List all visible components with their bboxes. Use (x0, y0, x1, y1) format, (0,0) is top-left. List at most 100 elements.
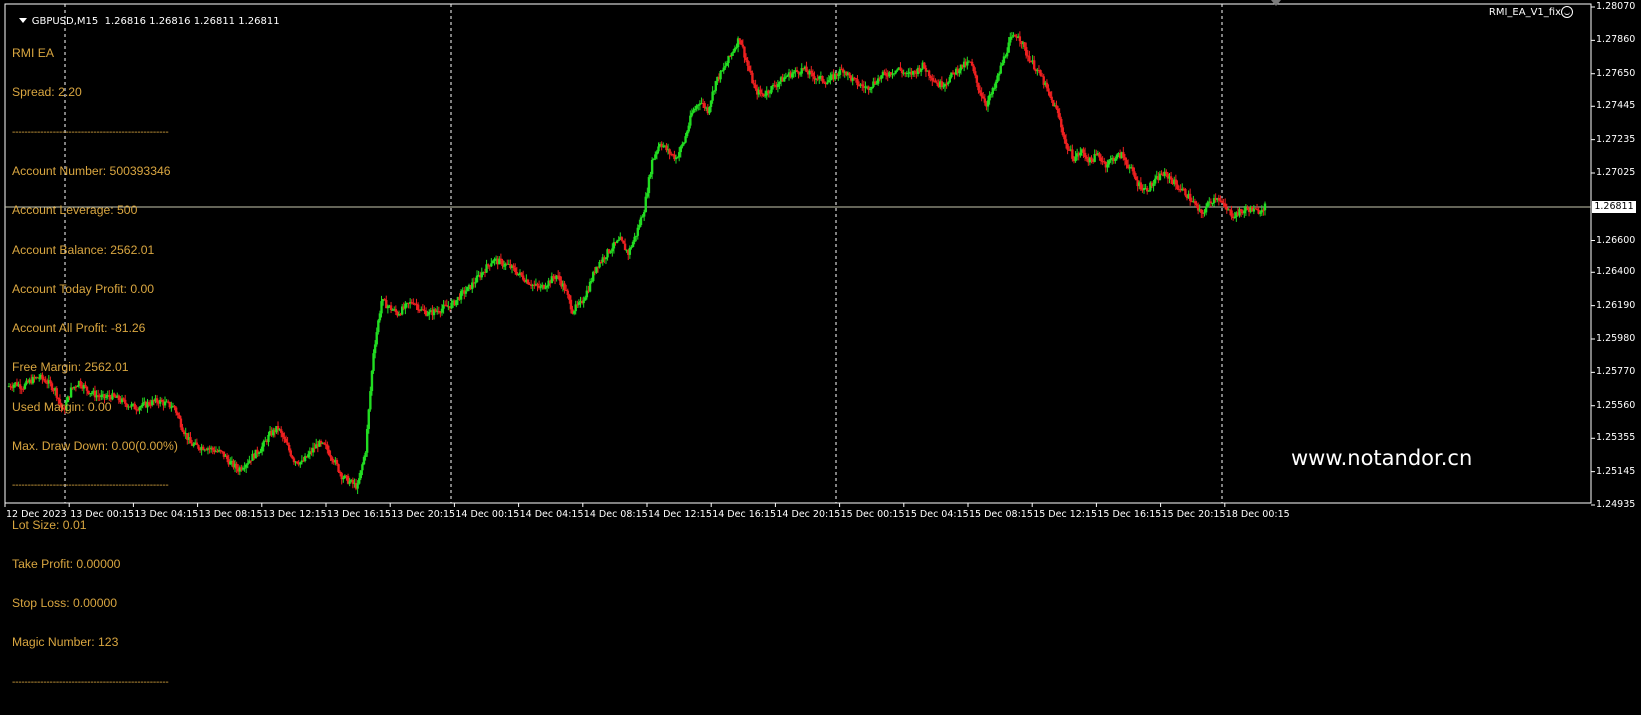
bear-candle (810, 70, 813, 73)
bear-candle (811, 72, 815, 77)
take-profit-line: Take Profit: 0.00000 (12, 556, 121, 571)
bear-candle (416, 304, 420, 311)
bull-candle (628, 247, 632, 255)
bull-candle (358, 478, 361, 484)
bear-candle (884, 73, 888, 76)
bull-candle (687, 125, 690, 132)
bull-candle (229, 461, 232, 465)
bear-candle (326, 444, 329, 450)
bull-candle (588, 281, 592, 292)
bear-candle (526, 279, 530, 284)
bull-candle (375, 332, 378, 345)
bull-candle (365, 429, 369, 453)
bull-candle (1147, 190, 1150, 192)
all-profit-line: Account All Profit: -81.26 (12, 321, 146, 336)
bull-candle (1005, 52, 1009, 57)
bear-candle (913, 70, 916, 72)
bear-candle (1122, 152, 1125, 158)
bull-candle (244, 464, 248, 468)
bull-candle (798, 73, 802, 75)
bull-candle (829, 76, 832, 81)
bull-candle (948, 77, 952, 83)
price-axis-label: 1.26400 (1596, 266, 1636, 278)
bear-candle (501, 260, 504, 266)
bull-candle (617, 239, 620, 241)
time-axis-label: 18 Dec 00:15 (1225, 509, 1290, 520)
time-axis-label: 13 Dec 04:15 (134, 509, 199, 520)
bull-candle (776, 84, 780, 87)
bull-candle (870, 86, 874, 89)
bear-candle (899, 67, 902, 71)
bull-candle (733, 48, 737, 52)
account-balance-line: Account Balance: 2562.01 (12, 242, 155, 257)
bear-candle (394, 309, 398, 313)
bear-candle (816, 78, 819, 80)
used-margin-line: Used Margin: 0.00 (12, 399, 112, 414)
chart-shift-marker-icon[interactable] (1271, 0, 1281, 6)
bull-candle (919, 68, 923, 72)
bear-candle (746, 60, 749, 66)
bull-candle (720, 70, 724, 72)
bull-candle (682, 142, 686, 145)
ea-title: RMI EA (12, 46, 54, 61)
bear-candle (295, 461, 299, 464)
separator-line: ----------------------------------------… (12, 480, 169, 492)
magic-number-line: Magic Number: 123 (12, 635, 119, 650)
bear-candle (900, 70, 904, 73)
bear-candle (1047, 88, 1050, 92)
bull-candle (356, 483, 359, 489)
time-axis-label: 14 Dec 16:15 (712, 509, 777, 520)
bear-candle (972, 65, 975, 72)
bear-candle (291, 455, 294, 459)
bull-candle (259, 451, 262, 453)
bull-candle (260, 446, 264, 452)
bull-candle (1204, 207, 1208, 213)
bear-candle (1061, 127, 1065, 136)
bull-candle (380, 301, 383, 314)
bull-candle (1243, 210, 1246, 214)
time-axis-label: 13 Dec 00:15 (70, 509, 135, 520)
bull-candle (1114, 158, 1117, 162)
time-axis-label: 15 Dec 20:15 (1161, 509, 1226, 520)
price-axis-label: 1.26600 (1596, 234, 1636, 246)
bear-candle (927, 70, 931, 77)
bear-candle (970, 61, 974, 66)
bull-candle (649, 174, 652, 178)
bear-candle (743, 46, 746, 58)
bull-candle (1233, 216, 1236, 219)
bid-price-tag: 1.26811 (1592, 200, 1636, 213)
chart-window[interactable]: GBPUSD,M15 1.26816 1.26816 1.26811 1.268… (0, 0, 1641, 688)
bull-candle (574, 304, 577, 312)
bear-candle (978, 90, 982, 93)
bull-candle (676, 157, 679, 159)
bull-candle (784, 76, 788, 78)
bull-candle (386, 306, 390, 309)
bull-candle (727, 55, 730, 63)
bear-candle (437, 310, 441, 313)
bull-candle (192, 444, 195, 446)
bear-candle (1090, 157, 1093, 160)
bear-candle (854, 78, 858, 80)
bull-candle (711, 91, 714, 101)
bull-candle (997, 73, 1001, 76)
bull-candle (693, 108, 697, 111)
bear-candle (1045, 82, 1049, 89)
bear-candle (1188, 193, 1192, 201)
ea-smiley-icon[interactable] (1561, 6, 1573, 18)
bear-candle (1060, 119, 1063, 128)
bear-candle (211, 447, 214, 450)
bull-candle (1007, 42, 1010, 53)
bull-candle (646, 193, 649, 197)
bear-candle (751, 72, 754, 84)
bear-candle (563, 283, 566, 290)
bull-candle (791, 73, 794, 78)
bear-candle (1125, 160, 1128, 165)
bull-candle (1152, 183, 1155, 187)
bull-candle (1001, 63, 1004, 66)
bull-candle (958, 70, 961, 74)
bull-candle (894, 70, 897, 74)
bear-candle (974, 71, 977, 76)
bull-candle (372, 353, 375, 371)
bear-candle (520, 272, 523, 276)
bear-candle (795, 70, 799, 72)
